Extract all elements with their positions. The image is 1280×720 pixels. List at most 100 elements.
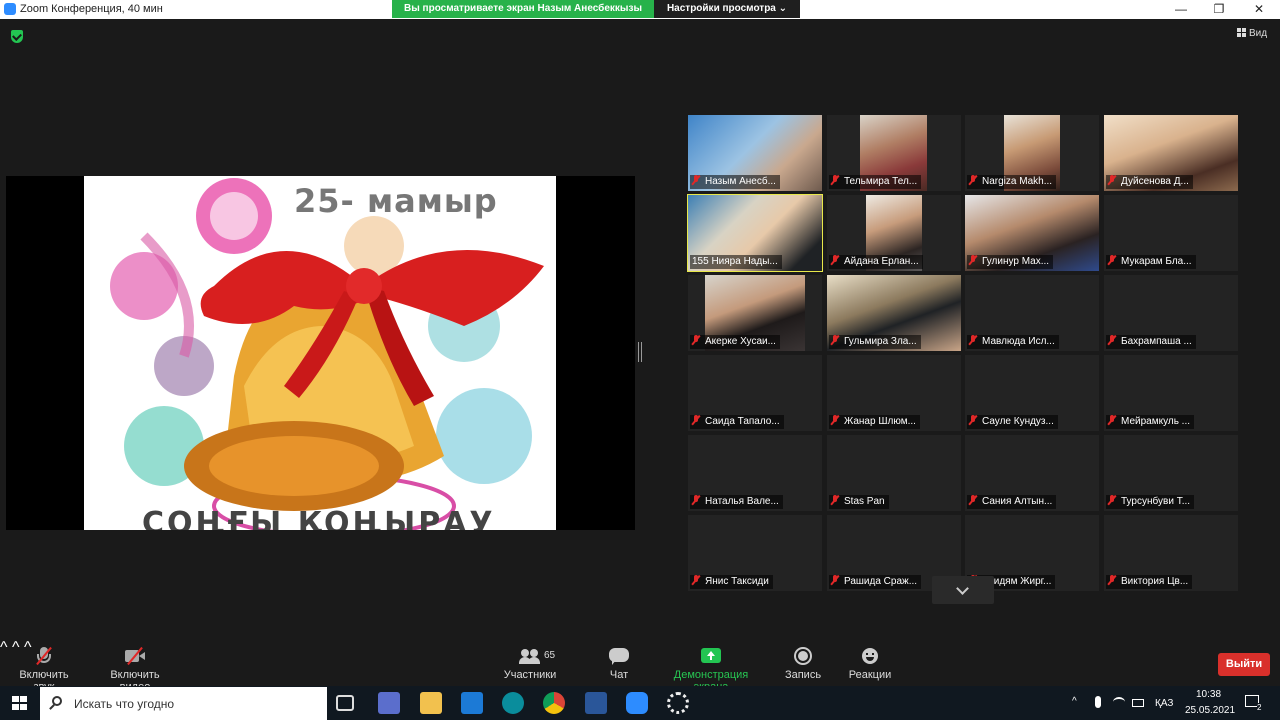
- shared-slide: 25- мамыр СОҢҒЫ ҚОҢЫРАУ: [84, 176, 556, 530]
- mic-muted-icon: [969, 175, 977, 185]
- participant-tile[interactable]: Саида Тапало...: [688, 355, 822, 431]
- participant-tile[interactable]: Тельмира Тел...: [827, 115, 961, 191]
- meeting-toolbar: Включить звук ^ Включить видео ^ Участни…: [0, 639, 1280, 693]
- panel-splitter-handle[interactable]: [638, 342, 642, 362]
- window-title: Zoom Конференция, 40 мин: [20, 3, 163, 15]
- mic-muted-icon: [1108, 415, 1116, 425]
- zoom-app-icon[interactable]: [626, 692, 648, 714]
- participant-name: Жанар Шлюм...: [844, 416, 916, 427]
- reactions-button[interactable]: Реакции: [846, 647, 894, 681]
- participant-name: Гулинур Мах...: [982, 256, 1050, 267]
- participant-name: Виктория Цв...: [1121, 576, 1189, 587]
- participant-name: Рашида Сраж...: [844, 576, 918, 587]
- participant-name: Саида Тапало...: [705, 416, 780, 427]
- participant-tile[interactable]: Акерке Хусаи...: [688, 275, 822, 351]
- windows-taskbar: Искать что угодно ^ ҚАЗ 10:38 25.05.2021…: [0, 686, 1280, 720]
- mic-muted-icon: [692, 335, 700, 345]
- leave-meeting-button[interactable]: Выйти: [1218, 653, 1270, 676]
- encryption-shield-icon[interactable]: [11, 30, 23, 43]
- minimize-button[interactable]: —: [1162, 1, 1200, 18]
- participant-name: 155 Нияра Нады...: [692, 256, 778, 267]
- participant-tile[interactable]: Дуйсенова Д...: [1104, 115, 1238, 191]
- participant-name: Гульмира Зла...: [844, 336, 917, 347]
- settings-gear-icon[interactable]: [667, 692, 689, 714]
- participant-tile[interactable]: Айдана Ерлан...: [827, 195, 961, 271]
- mic-muted-icon: [831, 575, 839, 585]
- participant-tile[interactable]: Гульмира Зла...: [827, 275, 961, 351]
- participant-tile[interactable]: Мукарам Бла...: [1104, 195, 1238, 271]
- zoom-logo-icon: [4, 3, 16, 15]
- close-button[interactable]: ✕: [1240, 1, 1278, 18]
- participant-tile[interactable]: Сауле Кундуз...: [965, 355, 1099, 431]
- mic-muted-icon: [692, 575, 700, 585]
- bell-illustration: [110, 178, 544, 530]
- participant-tile[interactable]: Виктория Цв...: [1104, 515, 1238, 591]
- participant-name: Мейрамкуль ...: [1121, 416, 1191, 427]
- participant-tile[interactable]: Турсунбуви Т...: [1104, 435, 1238, 511]
- grid-icon: [1237, 28, 1246, 37]
- clock-date[interactable]: 25.05.2021: [1185, 705, 1235, 716]
- microphone-icon[interactable]: [1095, 696, 1101, 708]
- share-screen-icon: [700, 647, 722, 665]
- edge-browser-icon[interactable]: [502, 692, 524, 714]
- participant-name: Акерке Хусаи...: [705, 336, 776, 347]
- tray-chevron-up-icon[interactable]: ^: [1072, 696, 1077, 707]
- battery-icon[interactable]: [1132, 699, 1144, 707]
- search-icon: [52, 696, 62, 706]
- shared-screen: 25- мамыр СОҢҒЫ ҚОҢЫРАУ: [6, 176, 635, 530]
- participant-tile[interactable]: Назым Анесб...: [688, 115, 822, 191]
- record-button[interactable]: Запись: [782, 647, 824, 681]
- maximize-button[interactable]: ❐: [1200, 1, 1238, 18]
- file-explorer-icon[interactable]: [420, 692, 442, 714]
- participant-tile[interactable]: Гулинур Мах...: [965, 195, 1099, 271]
- reaction-smiley-icon: [859, 647, 881, 665]
- participant-name: Тельмира Тел...: [844, 176, 918, 187]
- participant-name: Nargiza Makh...: [982, 176, 1053, 187]
- participant-name: Stas Pan: [844, 496, 885, 507]
- participant-tile[interactable]: Жанар Шлюм...: [827, 355, 961, 431]
- notification-count: 2: [1257, 703, 1262, 712]
- mic-muted-icon: [692, 495, 700, 505]
- view-button[interactable]: Вид: [1237, 28, 1267, 39]
- wifi-icon[interactable]: [1113, 697, 1125, 707]
- participant-tile[interactable]: Мавлюда Исл...: [965, 275, 1099, 351]
- mail-icon[interactable]: [461, 692, 483, 714]
- participant-tile[interactable]: Бахрампаша ...: [1104, 275, 1238, 351]
- taskbar-search-input[interactable]: Искать что угодно: [40, 687, 327, 720]
- windows-logo-icon: [12, 696, 27, 710]
- chat-icon: [608, 647, 630, 665]
- word-icon[interactable]: [585, 692, 607, 714]
- slide-caption-bottom: СОҢҒЫ ҚОҢЫРАУ: [142, 506, 496, 530]
- participant-tile[interactable]: Nargiza Makh...: [965, 115, 1099, 191]
- audio-options-caret-icon[interactable]: ^: [0, 639, 8, 656]
- participant-name: Янис Таксиди: [705, 576, 769, 587]
- participant-tile[interactable]: Stas Pan: [827, 435, 961, 511]
- mic-muted-icon: [1108, 255, 1116, 265]
- participant-name: Бахрампаша ...: [1121, 336, 1192, 347]
- participant-tile[interactable]: Наталья Вале...: [688, 435, 822, 511]
- mic-muted-icon: [1108, 575, 1116, 585]
- mic-muted-icon: [692, 415, 700, 425]
- participant-name: Сания Алтын...: [982, 496, 1053, 507]
- participant-tile[interactable]: Сания Алтын...: [965, 435, 1099, 511]
- clock-time[interactable]: 10:38: [1196, 689, 1221, 700]
- mic-muted-icon: [969, 495, 977, 505]
- participant-name: Мукарам Бла...: [1121, 256, 1192, 267]
- mic-muted-icon: [1108, 175, 1116, 185]
- participant-tile-active-speaker[interactable]: 155 Нияра Нады...: [687, 194, 823, 272]
- participant-tile[interactable]: Мейрамкуль ...: [1104, 355, 1238, 431]
- mic-muted-icon: [1108, 495, 1116, 505]
- start-button[interactable]: [0, 686, 40, 720]
- gallery-next-page-button[interactable]: [932, 576, 994, 604]
- chrome-browser-icon[interactable]: [543, 692, 565, 714]
- view-options-button[interactable]: Настройки просмотра ⌄: [654, 0, 800, 18]
- participants-icon: [519, 647, 541, 665]
- mic-muted-icon: [831, 255, 839, 265]
- store-icon[interactable]: [378, 692, 400, 714]
- chat-button[interactable]: Чат: [604, 647, 634, 681]
- mic-muted-icon: [831, 335, 839, 345]
- participant-tile[interactable]: Янис Таксиди: [688, 515, 822, 591]
- language-indicator[interactable]: ҚАЗ: [1155, 698, 1173, 709]
- video-off-icon: [124, 646, 146, 666]
- task-view-icon[interactable]: [336, 695, 354, 711]
